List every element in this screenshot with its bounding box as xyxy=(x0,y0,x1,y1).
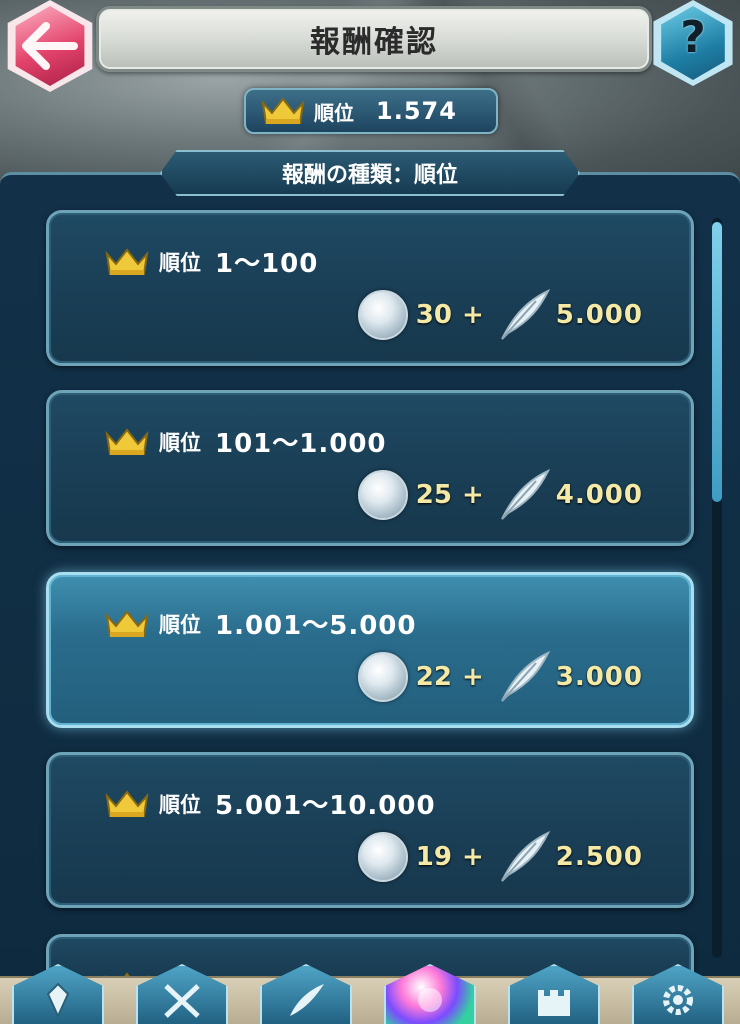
help-button[interactable]: ? xyxy=(650,0,736,86)
settings-icon xyxy=(663,985,693,1015)
back-button[interactable] xyxy=(4,0,96,92)
nav-battle-button[interactable] xyxy=(136,964,228,1024)
feather-count: 3.000 xyxy=(555,662,643,692)
back-arrow-icon xyxy=(22,22,78,70)
orb-icon xyxy=(357,290,408,340)
rank-range: 1.001～5.000 xyxy=(215,611,417,641)
feather-icon xyxy=(500,830,550,882)
reward-card[interactable]: 順位 1～100 30 + 5.000 xyxy=(46,210,694,366)
nav-allies-button[interactable] xyxy=(260,964,352,1024)
shop-icon xyxy=(538,990,570,1016)
orb-icon xyxy=(357,832,408,882)
orb-icon xyxy=(357,470,408,520)
rank-range: 5.001～10.000 xyxy=(215,791,436,821)
nav-shop-button[interactable] xyxy=(508,964,600,1024)
reward-type-banner: 報酬の種類：順位 xyxy=(160,150,580,196)
orb-count: 30 xyxy=(415,300,452,330)
feather-icon xyxy=(500,650,550,702)
crown-icon xyxy=(261,97,305,124)
scroll-thumb[interactable] xyxy=(712,222,722,502)
rank-range: 101～1.000 xyxy=(215,429,387,459)
orb-icon xyxy=(357,652,408,702)
rank-label: 順位 xyxy=(159,430,201,455)
plus-sign: + xyxy=(461,842,484,872)
reward-card[interactable]: 順位 5.001～10.000 19 + 2.500 xyxy=(46,752,694,908)
summon-icon xyxy=(418,988,442,1012)
orb-count: 22 xyxy=(415,662,452,692)
rank-label: 順位 xyxy=(159,612,201,637)
current-rank-label: 順位 xyxy=(314,100,354,125)
nav-home-button[interactable] xyxy=(12,964,104,1024)
feather-count: 5.000 xyxy=(555,300,643,330)
battle-icon xyxy=(164,984,200,1018)
orb-count: 19 xyxy=(415,842,452,872)
nav-settings-button[interactable] xyxy=(632,964,724,1024)
crown-icon xyxy=(105,609,149,637)
current-rank-value: 1.574 xyxy=(376,97,457,125)
plus-sign: + xyxy=(461,300,484,330)
feather-icon xyxy=(500,288,550,340)
plus-sign: + xyxy=(461,480,484,510)
page-title: 報酬確認 xyxy=(310,25,438,60)
reward-card-current[interactable]: 順位 1.001～5.000 22 + 3.000 xyxy=(46,572,694,728)
question-icon: ? xyxy=(680,12,706,63)
rank-label: 順位 xyxy=(159,792,201,817)
feather-count: 2.500 xyxy=(555,842,643,872)
bottom-navigation xyxy=(0,964,740,1024)
scrollbar[interactable] xyxy=(712,218,722,958)
crown-icon xyxy=(105,427,149,455)
rank-range: 1～100 xyxy=(215,249,319,279)
orb-count: 25 xyxy=(415,480,452,510)
plus-sign: + xyxy=(461,662,484,692)
allies-icon xyxy=(290,984,324,1016)
feather-count: 4.000 xyxy=(555,480,643,510)
reward-type-label: 報酬の種類：順位 xyxy=(281,163,458,188)
current-rank-display: 順位 1.574 xyxy=(244,88,498,134)
crown-icon xyxy=(105,247,149,275)
rank-label: 順位 xyxy=(159,250,201,275)
crown-icon xyxy=(105,789,149,817)
title-banner: 報酬確認 xyxy=(96,6,652,72)
nav-summon-button[interactable] xyxy=(384,964,476,1024)
reward-card[interactable]: 順位 101～1.000 25 + 4.000 xyxy=(46,390,694,546)
feather-icon xyxy=(500,468,550,520)
home-icon xyxy=(46,982,70,1018)
